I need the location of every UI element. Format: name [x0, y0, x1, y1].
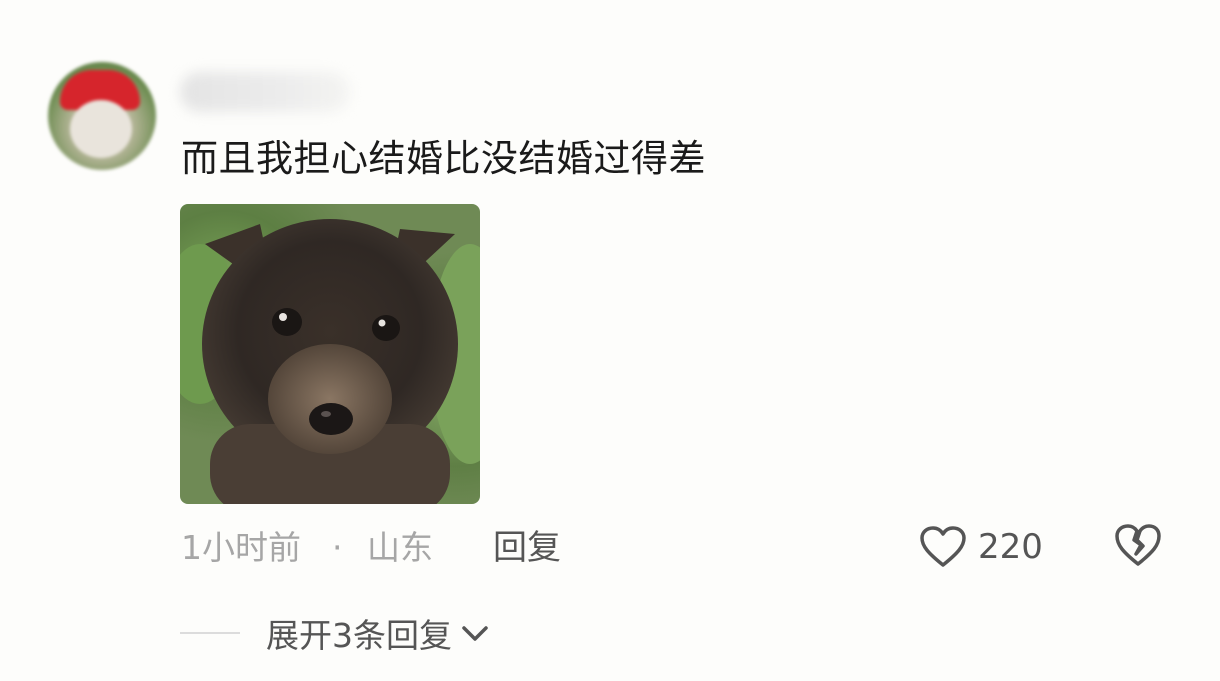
comment-item: 而且我担心结婚比没结婚过得差 1小时前 · 山东 回复 220 展开3条回复: [0, 0, 1220, 681]
expand-divider-line: [180, 632, 240, 634]
comment-image[interactable]: [180, 204, 480, 504]
reply-button[interactable]: 回复: [493, 526, 561, 570]
dislike-button[interactable]: [1114, 522, 1162, 572]
heart-outline-icon: [920, 526, 966, 567]
comment-text: 而且我担心结婚比没结婚过得差: [181, 137, 706, 180]
puppy-photo: [180, 219, 480, 504]
avatar-face: [70, 100, 132, 158]
expand-replies-label: 展开3条回复: [266, 616, 452, 655]
broken-heart-icon: [1115, 524, 1161, 566]
comment-time: 1小时前: [181, 528, 301, 567]
like-count: 220: [978, 527, 1043, 567]
chevron-down-icon: [462, 626, 488, 641]
avatar[interactable]: [48, 62, 156, 170]
meta-separator: ·: [332, 528, 343, 567]
comment-region: 山东: [367, 528, 433, 567]
username-blurred[interactable]: [180, 72, 350, 112]
expand-replies-button[interactable]: 展开3条回复: [180, 610, 490, 656]
like-button[interactable]: 220: [918, 522, 1043, 572]
